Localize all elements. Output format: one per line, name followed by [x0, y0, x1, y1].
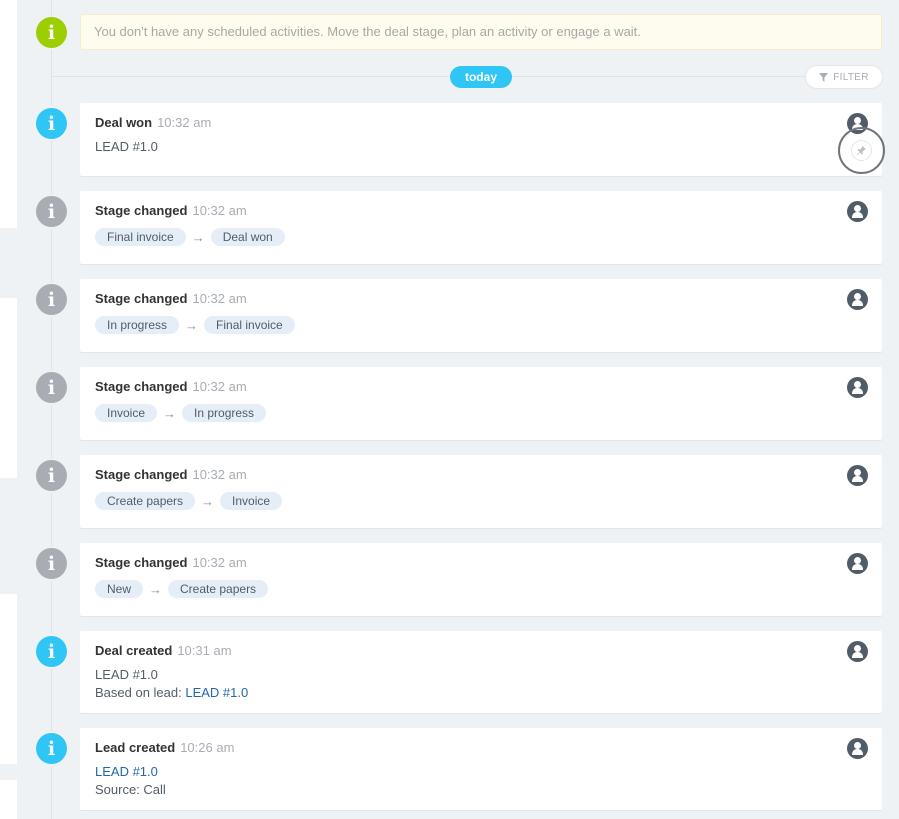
filter-button[interactable]: FILTER	[806, 66, 882, 88]
arrow-right-icon: →	[163, 405, 177, 421]
event-title: Deal won	[95, 115, 153, 130]
timeline-event-stage-changed: Stage changed 10:32 am Invoice → In prog…	[80, 367, 882, 440]
timeline-event-lead-created: Lead created 10:26 am LEAD #1.0 Source: …	[80, 728, 882, 810]
event-detail-source: Based on lead: LEAD #1.0	[95, 685, 867, 701]
event-time: 10:26 am	[180, 740, 235, 755]
event-title: Stage changed	[95, 555, 188, 570]
stage-to-badge: Create papers	[168, 580, 269, 598]
event-time: 10:32 am	[192, 467, 247, 482]
info-icon: i	[36, 108, 67, 139]
arrow-right-icon: →	[149, 581, 163, 597]
event-title: Stage changed	[95, 291, 188, 306]
info-icon: i	[36, 733, 67, 764]
timeline-event-deal-won: Deal won 10:32 am LEAD #1.0	[80, 103, 885, 176]
filter-label: FILTER	[833, 71, 869, 83]
timeline-event-stage-changed: Stage changed 10:32 am New → Create pape…	[80, 543, 882, 616]
event-time: 10:32 am	[192, 291, 247, 306]
lead-link[interactable]: LEAD #1.0	[95, 764, 158, 779]
event-time: 10:31 am	[177, 643, 232, 658]
event-title: Lead created	[95, 740, 176, 755]
arrow-right-icon: →	[185, 317, 199, 333]
user-avatar-icon[interactable]	[847, 377, 868, 398]
sidebar-panel	[0, 0, 17, 228]
event-detail-source: Source: Call	[95, 782, 166, 797]
sidebar-panel	[0, 594, 17, 764]
stage-from-badge: Create papers	[95, 492, 196, 510]
stage-from-badge: In progress	[95, 316, 180, 334]
timeline-event-stage-changed: Stage changed 10:32 am Create papers → I…	[80, 455, 882, 528]
timeline-event-stage-changed: Stage changed 10:32 am Final invoice → D…	[80, 191, 882, 264]
arrow-right-icon: →	[191, 229, 205, 245]
user-avatar-icon[interactable]	[847, 641, 868, 662]
stage-to-badge: Invoice	[220, 492, 283, 510]
stage-to-badge: In progress	[182, 404, 267, 422]
event-title: Deal created	[95, 643, 173, 658]
lead-link[interactable]: LEAD #1.0	[185, 685, 248, 700]
info-icon: i	[36, 636, 67, 667]
event-title: Stage changed	[95, 379, 188, 394]
pin-icon	[856, 145, 867, 156]
left-sidebar-edge	[0, 0, 17, 819]
stage-from-badge: New	[95, 580, 144, 598]
event-time: 10:32 am	[192, 379, 247, 394]
info-icon: i	[36, 460, 67, 491]
user-avatar-icon[interactable]	[847, 738, 868, 759]
event-title: Stage changed	[95, 203, 188, 218]
info-icon: i	[36, 284, 67, 315]
arrow-right-icon: →	[201, 493, 215, 509]
event-time: 10:32 am	[192, 555, 247, 570]
event-time: 10:32 am	[157, 115, 212, 130]
stage-to-badge: Final invoice	[204, 316, 295, 334]
event-detail: LEAD #1.0	[95, 667, 158, 682]
scheduled-activities-notice: You don't have any scheduled activities.…	[80, 14, 882, 50]
timeline-event-deal-created: Deal created 10:31 am LEAD #1.0 Based on…	[80, 631, 882, 713]
info-icon: i	[36, 548, 67, 579]
user-avatar-icon[interactable]	[847, 201, 868, 222]
info-icon: i	[36, 196, 67, 227]
notice-text: You don't have any scheduled activities.…	[94, 24, 641, 39]
user-avatar-icon[interactable]	[847, 465, 868, 486]
user-avatar-icon[interactable]	[847, 553, 868, 574]
event-detail: LEAD #1.0	[95, 139, 158, 154]
timeline-event-stage-changed: Stage changed 10:32 am In progress → Fin…	[80, 279, 882, 352]
today-badge: today	[450, 66, 512, 88]
pin-button[interactable]	[838, 127, 885, 174]
event-title: Stage changed	[95, 467, 188, 482]
filter-icon	[819, 72, 829, 82]
info-icon: i	[36, 17, 67, 48]
sidebar-panel	[0, 298, 17, 478]
stage-to-badge: Deal won	[210, 228, 285, 246]
info-icon: i	[36, 372, 67, 403]
user-avatar-icon[interactable]	[847, 289, 868, 310]
stage-from-badge: Invoice	[95, 404, 158, 422]
based-on-label: Based on lead:	[95, 685, 186, 700]
stage-from-badge: Final invoice	[95, 228, 186, 246]
sidebar-panel	[0, 780, 17, 819]
event-time: 10:32 am	[192, 203, 247, 218]
